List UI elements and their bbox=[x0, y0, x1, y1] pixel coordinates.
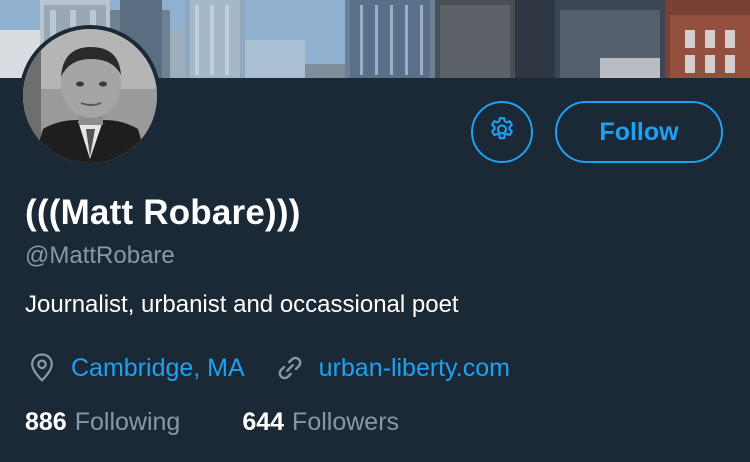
website-link[interactable]: urban-liberty.com bbox=[319, 354, 510, 383]
location-item: Cambridge, MA bbox=[25, 351, 245, 385]
followers-stat[interactable]: 644 Followers bbox=[242, 408, 399, 437]
followers-count: 644 bbox=[242, 408, 285, 436]
gear-icon bbox=[487, 115, 517, 150]
avatar[interactable] bbox=[19, 25, 161, 167]
profile-meta: Cambridge, MA urban-liberty.com bbox=[25, 350, 510, 386]
display-name: (((Matt Robare))) bbox=[25, 193, 301, 232]
user-handle: @MattRobare bbox=[25, 242, 175, 269]
location-link[interactable]: Cambridge, MA bbox=[71, 354, 245, 383]
following-label: Following bbox=[74, 408, 181, 436]
location-pin-icon bbox=[25, 351, 59, 385]
profile-bio: Journalist, urbanist and occassional poe… bbox=[25, 291, 459, 318]
profile-page: Follow (((Matt Robare))) @MattRobare Jou… bbox=[0, 0, 750, 462]
following-count: 886 bbox=[25, 408, 67, 436]
profile-stats: 886 Following 644 Followers bbox=[25, 408, 399, 437]
website-item: urban-liberty.com bbox=[273, 351, 510, 385]
link-icon bbox=[273, 351, 307, 385]
avatar-photo bbox=[23, 29, 157, 163]
following-stat[interactable]: 886 Following bbox=[25, 408, 180, 437]
follow-button[interactable]: Follow bbox=[555, 101, 723, 163]
settings-button[interactable] bbox=[471, 101, 533, 163]
followers-label: Followers bbox=[292, 408, 400, 436]
